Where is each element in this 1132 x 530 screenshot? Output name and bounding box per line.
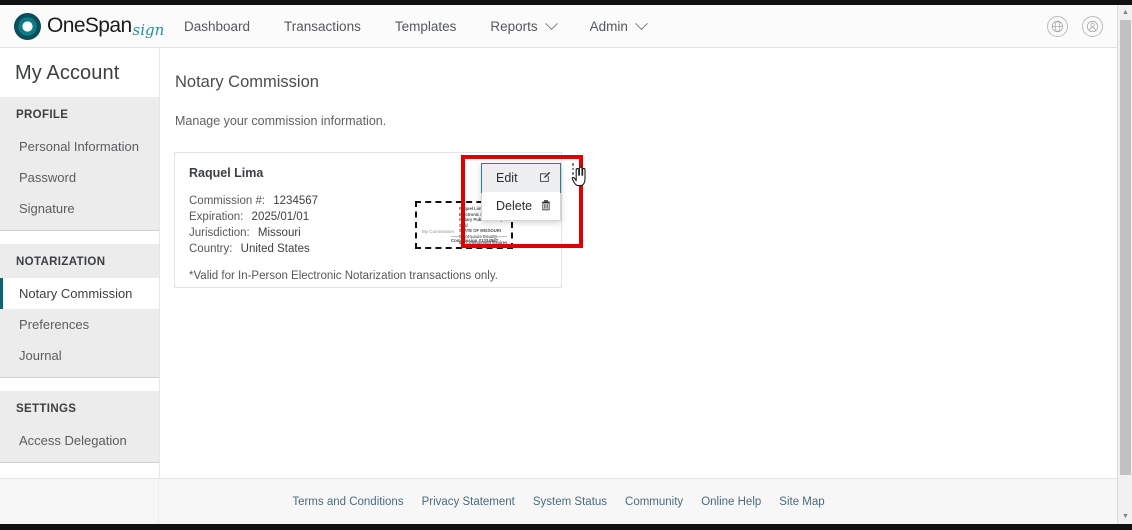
nav-label: Templates bbox=[394, 18, 457, 34]
detail-value: 2025/01/01 bbox=[251, 211, 310, 223]
page-footer: Terms and Conditions Privacy Statement S… bbox=[0, 478, 1117, 524]
detail-key: Jurisdiction: bbox=[189, 227, 250, 239]
onespan-sign-logo[interactable]: OneSpan sign bbox=[14, 12, 166, 40]
footer-link-online-help[interactable]: Online Help bbox=[701, 496, 761, 508]
seal-commission-number: Commission #1234567 bbox=[451, 238, 499, 243]
primary-nav-links: Dashboard Transactions Templates Reports… bbox=[184, 13, 680, 40]
window-chrome-bottom bbox=[0, 524, 1132, 530]
sidebar-item-journal[interactable]: Journal bbox=[0, 340, 159, 371]
nav-item-templates[interactable]: Templates bbox=[395, 13, 457, 40]
vertical-scrollbar[interactable]: ▲ ▼ bbox=[1117, 5, 1132, 524]
nav-item-admin[interactable]: Admin bbox=[589, 13, 648, 40]
menu-item-label: Edit bbox=[496, 171, 518, 185]
logo-sign-script: sign bbox=[132, 21, 165, 39]
sidebar-heading-profile: PROFILE bbox=[16, 109, 69, 121]
page-title-my-account: My Account bbox=[15, 62, 120, 84]
footer-link-terms-and-conditions[interactable]: Terms and Conditions bbox=[292, 496, 403, 508]
detail-value: Missouri bbox=[257, 227, 301, 239]
page-subtitle: Manage your commission information. bbox=[175, 114, 387, 128]
scrollbar-thumb[interactable] bbox=[1120, 20, 1131, 475]
commission-note: *Valid for In-Person Electronic Notariza… bbox=[189, 270, 498, 282]
sidebar-item-password[interactable]: Password bbox=[0, 162, 159, 193]
sidebar-group-profile: PROFILE Personal Information Password Si… bbox=[0, 97, 159, 231]
commission-context-menu: Edit Delete bbox=[481, 163, 561, 221]
edit-pencil-icon bbox=[539, 171, 551, 185]
footer-link-privacy-statement[interactable]: Privacy Statement bbox=[422, 496, 515, 508]
footer-link-system-status[interactable]: System Status bbox=[533, 496, 607, 508]
nav-label: Dashboard bbox=[184, 18, 251, 34]
seal-divider bbox=[451, 236, 507, 237]
browser-viewport: OneSpan sign Dashboard Transactions Temp… bbox=[0, 0, 1132, 530]
chevron-down-icon bbox=[544, 16, 558, 30]
kebab-dot bbox=[571, 172, 575, 175]
detail-key: Expiration: bbox=[189, 211, 244, 223]
user-account-icon[interactable] bbox=[1082, 15, 1103, 37]
page-body: OneSpan sign Dashboard Transactions Temp… bbox=[0, 5, 1132, 524]
sidebar-heading-settings: SETTINGS bbox=[16, 403, 77, 415]
sidebar-item-access-delegation[interactable]: Access Delegation bbox=[0, 425, 159, 456]
nav-label: Transactions bbox=[284, 18, 361, 34]
globe-icon[interactable] bbox=[1047, 15, 1068, 37]
detail-key: Country: bbox=[189, 243, 233, 255]
account-sidebar: My Account PROFILE Personal Information … bbox=[0, 48, 159, 478]
kebab-menu-icon[interactable] bbox=[567, 161, 579, 179]
sidebar-item-notary-commission[interactable]: Notary Commission bbox=[0, 278, 159, 309]
nav-item-reports[interactable]: Reports bbox=[490, 13, 558, 40]
seal-left-text: My Commission bbox=[422, 229, 455, 234]
menu-item-delete[interactable]: Delete bbox=[482, 192, 560, 220]
detail-key: Commission #: bbox=[189, 195, 266, 207]
chevron-down-icon bbox=[635, 16, 648, 30]
sidebar-heading-notarization: NOTARIZATION bbox=[16, 256, 106, 268]
nav-item-transactions[interactable]: Transactions bbox=[284, 13, 361, 40]
kebab-dot bbox=[571, 163, 575, 166]
nav-label: Admin bbox=[589, 18, 628, 34]
scroll-up-arrow-icon[interactable]: ▲ bbox=[1118, 5, 1132, 20]
logo-wordmark: OneSpan bbox=[47, 14, 132, 37]
top-navigation-bar: OneSpan sign Dashboard Transactions Temp… bbox=[0, 5, 1117, 48]
sidebar-item-preferences[interactable]: Preferences bbox=[0, 309, 159, 340]
detail-value: United States bbox=[240, 243, 310, 255]
scroll-down-arrow-icon[interactable]: ▼ bbox=[1118, 509, 1132, 524]
trash-can-icon bbox=[540, 199, 552, 213]
nav-label: Reports bbox=[490, 18, 538, 34]
onespan-ring-logo-icon bbox=[14, 12, 41, 40]
sidebar-group-settings: SETTINGS Access Delegation bbox=[0, 391, 159, 463]
kebab-dot bbox=[571, 167, 575, 171]
sidebar-item-signature[interactable]: Signature bbox=[0, 193, 159, 224]
notary-commission-card: Raquel Lima Commission #: 1234567 Expira… bbox=[174, 152, 586, 288]
detail-value: 1234567 bbox=[273, 195, 319, 207]
page-title: Notary Commission bbox=[175, 73, 319, 91]
menu-item-edit[interactable]: Edit bbox=[481, 163, 561, 193]
footer-link-site-map[interactable]: Site Map bbox=[779, 496, 824, 508]
main-content: Notary Commission Manage your commission… bbox=[159, 48, 1117, 478]
nav-right-icons bbox=[1033, 15, 1103, 37]
footer-left-divider bbox=[0, 479, 159, 524]
sidebar-item-personal-information[interactable]: Personal Information bbox=[0, 131, 159, 162]
nav-item-dashboard[interactable]: Dashboard bbox=[184, 13, 250, 40]
menu-item-label: Delete bbox=[496, 199, 533, 213]
footer-link-community[interactable]: Community bbox=[625, 496, 683, 508]
sidebar-group-notarization: NOTARIZATION Notary Commission Preferenc… bbox=[0, 244, 159, 378]
